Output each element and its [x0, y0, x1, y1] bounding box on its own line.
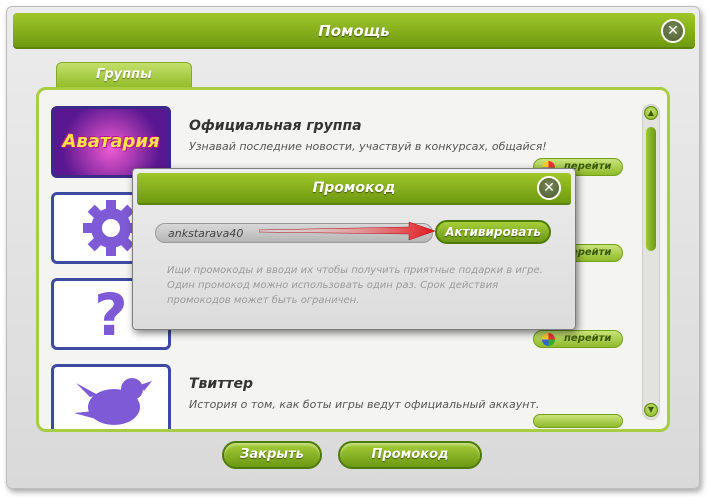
list-item: Твиттер История о том, как боты игры вед…: [49, 364, 639, 429]
go-button[interactable]: перейти: [533, 330, 623, 348]
scroll-thumb[interactable]: [646, 127, 656, 251]
item-description: История о том, как боты игры ведут офици…: [189, 398, 540, 411]
promo-hint: Ищи промокоды и вводи их чтобы получить …: [167, 265, 543, 306]
scroll-down-icon[interactable]: ▼: [644, 403, 658, 417]
arrow-icon: [259, 221, 436, 241]
scrollbar[interactable]: ▲ ▼: [642, 104, 660, 420]
activate-button[interactable]: Активировать: [435, 220, 551, 244]
go-button[interactable]: [533, 414, 623, 428]
promo-titlebar: Промокод ✕: [137, 173, 571, 205]
twitter-thumb: [51, 364, 171, 429]
close-icon[interactable]: ✕: [661, 19, 685, 43]
item-title: Твиттер: [189, 376, 253, 392]
close-icon[interactable]: ✕: [537, 176, 561, 200]
logo-text: Аватария: [62, 131, 160, 152]
window-title: Помощь: [318, 22, 390, 40]
twitter-bird-icon: [74, 378, 152, 425]
help-titlebar: Помощь ✕: [13, 13, 695, 49]
tab-groups[interactable]: Группы: [56, 62, 192, 88]
promo-dialog: Промокод ✕ Активировать Ищи промокоды и …: [132, 168, 576, 330]
item-title: Официальная группа: [189, 118, 362, 134]
svg-text:?: ?: [94, 281, 128, 347]
scroll-up-icon[interactable]: ▲: [644, 106, 658, 120]
item-description: Узнавай последние новости, участвуй в ко…: [189, 140, 547, 153]
promo-button[interactable]: Промокод: [338, 441, 482, 469]
globe-icon: [542, 333, 555, 346]
promo-title: Промокод: [312, 180, 396, 196]
close-button[interactable]: Закрыть: [222, 441, 322, 469]
go-button-label: перейти: [564, 333, 612, 344]
